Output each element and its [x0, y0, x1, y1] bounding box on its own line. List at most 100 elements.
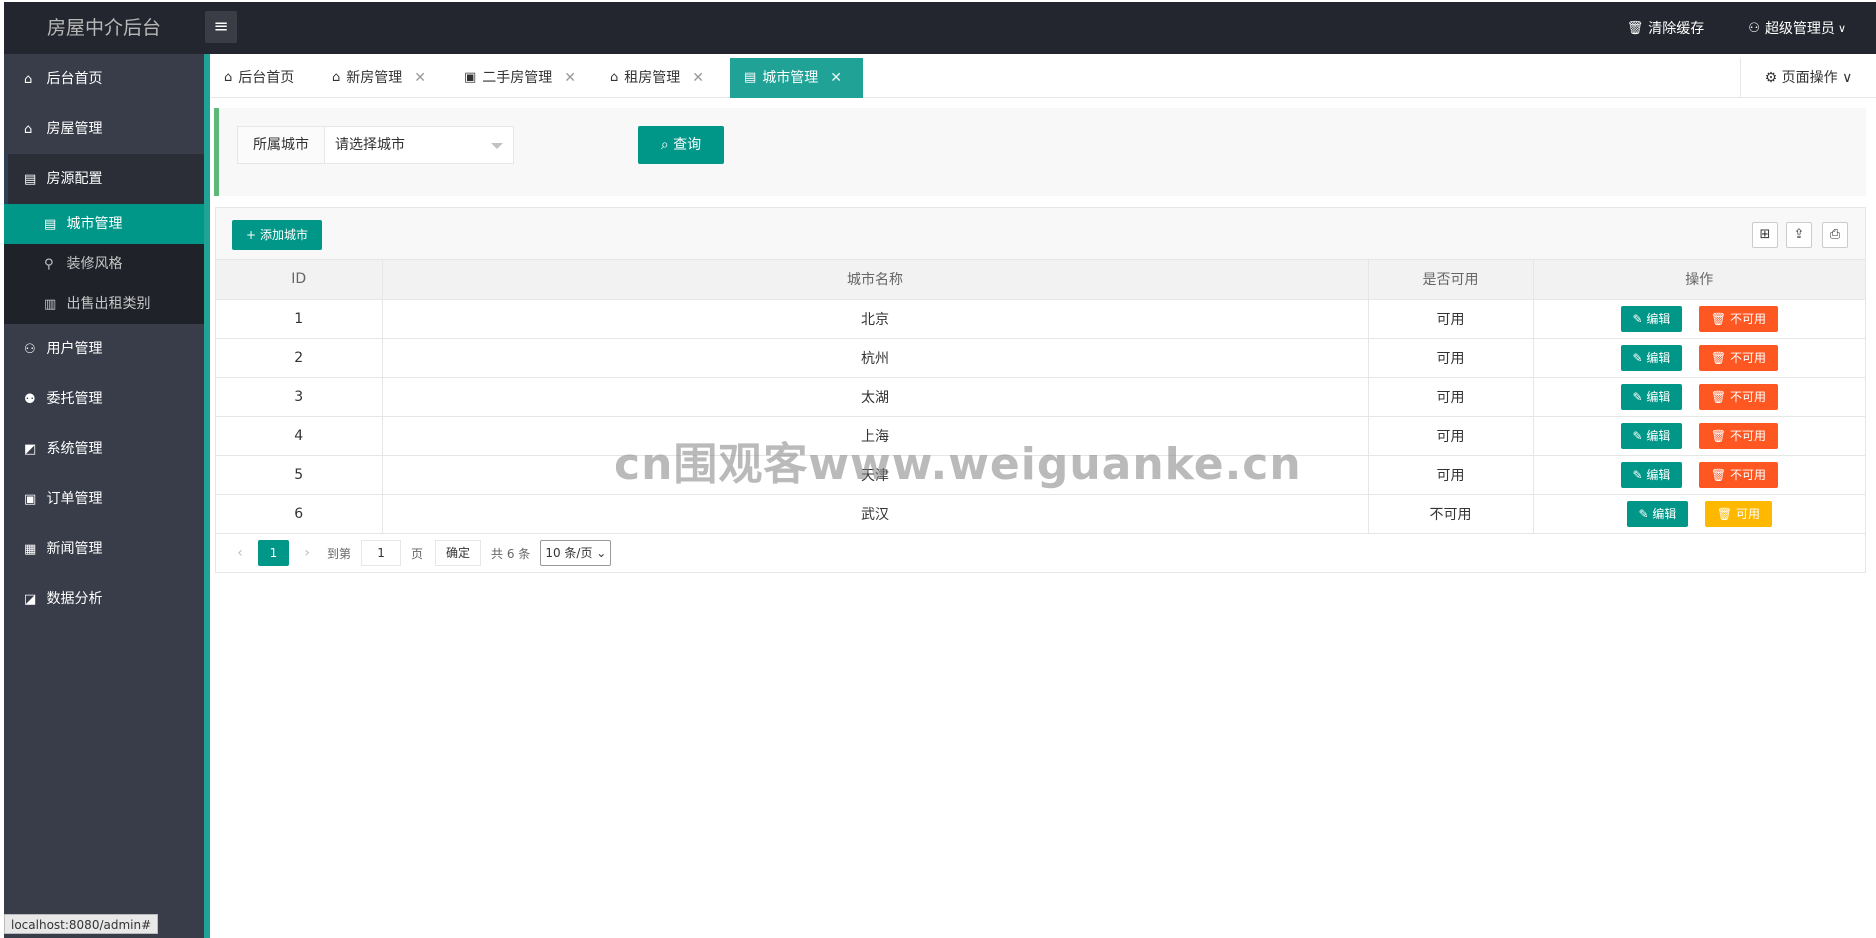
delegate-icon: ⚉: [24, 392, 36, 407]
edit-button[interactable]: ✎ 编辑: [1620, 305, 1683, 332]
home-icon: ⌂: [224, 70, 233, 85]
pencil-icon: ✎: [1632, 428, 1643, 443]
chevron-down-icon: ⌄: [596, 546, 607, 560]
watermark-text: cn围观客www.weiguanke.cn: [614, 439, 1302, 490]
page-label: 页: [411, 546, 424, 561]
tab-label: 后台首页: [238, 70, 295, 86]
tab-second-hand[interactable]: ▣ 二手房管理 ✕: [450, 58, 590, 98]
disable-button[interactable]: 🗑 不可用: [1698, 383, 1778, 410]
city-select-label: 所属城市: [237, 126, 325, 164]
cell-id: 4: [216, 416, 383, 456]
sidebar-item-orders[interactable]: ▣ 订单管理: [4, 474, 204, 524]
columns-icon[interactable]: ⊞: [1752, 222, 1778, 248]
sidebar-item-home[interactable]: ⌂ 后台首页: [4, 54, 204, 104]
chevron-down-icon: ∨: [1837, 21, 1846, 35]
export-icon[interactable]: ⇪: [1786, 222, 1812, 248]
sidebar-item-analytics[interactable]: ◪ 数据分析: [4, 574, 204, 624]
close-icon[interactable]: ✕: [692, 58, 704, 98]
tab-label: 租房管理: [624, 70, 681, 86]
disable-label: 不可用: [1729, 389, 1766, 404]
goto-page-input[interactable]: 1: [361, 540, 402, 566]
sidebar-item-label: 订单管理: [46, 491, 103, 507]
disable-label: 不可用: [1729, 428, 1766, 443]
table-panel: + 添加城市 ⊞ ⇪ ⎙ ID 城市名称 是否可用 操作 1 北京 可用 ✎ 编…: [215, 207, 1866, 573]
hamburger-icon[interactable]: ≡: [205, 11, 237, 43]
goto-confirm-button[interactable]: 确定: [435, 540, 482, 566]
sidebar: ⌂ 后台首页 ⌂ 房屋管理 ▤ 房源配置 ▤ 城市管理 ⚲ 装修风格 ▥ 出售出…: [4, 54, 210, 938]
disable-label: 不可用: [1729, 311, 1766, 326]
edit-button[interactable]: ✎ 编辑: [1620, 461, 1683, 488]
sidebar-subitem-city[interactable]: ▤ 城市管理: [4, 204, 204, 244]
disable-button[interactable]: 🗑 不可用: [1698, 461, 1778, 488]
news-icon: ▦: [24, 542, 37, 557]
disable-button[interactable]: 🗑 不可用: [1698, 422, 1778, 449]
admin-menu[interactable]: ⚇ 超级管理员 ∨: [1748, 18, 1846, 38]
disable-label: 不可用: [1729, 467, 1766, 482]
tab-new-house[interactable]: ⌂ 新房管理 ✕: [318, 58, 440, 98]
disable-button[interactable]: 🗑 不可用: [1698, 305, 1778, 332]
edit-button[interactable]: ✎ 编辑: [1620, 422, 1683, 449]
edit-button[interactable]: ✎ 编辑: [1620, 344, 1683, 371]
house-icon: ⌂: [24, 122, 33, 137]
sidebar-subitem-category[interactable]: ▥ 出售出租类别: [4, 284, 204, 324]
sidebar-item-label: 新闻管理: [46, 541, 103, 557]
prev-page-icon[interactable]: ‹: [228, 545, 252, 561]
tab-home[interactable]: ⌂ 后台首页: [210, 58, 308, 98]
clear-cache-button[interactable]: 🗑 清除缓存: [1627, 18, 1705, 38]
page-size-select[interactable]: 10 条/页 ⌄: [540, 540, 612, 566]
close-icon[interactable]: ✕: [830, 58, 842, 98]
pencil-icon: ✎: [1638, 506, 1649, 521]
cell-name: 太湖: [382, 377, 1369, 417]
query-button[interactable]: ⌕ 查询: [638, 126, 724, 164]
edit-label: 编辑: [1646, 350, 1671, 365]
app-root: 房屋中介后台 ≡ 🗑 清除缓存 ⚇ 超级管理员 ∨ ⌂ 后台首页 ⌂ 房屋管理 …: [0, 0, 1876, 938]
trash-icon: 🗑: [1710, 389, 1727, 404]
tab-label: 新房管理: [346, 70, 403, 86]
disable-button[interactable]: 🗑 不可用: [1698, 344, 1778, 371]
sidebar-submenu: ▤ 城市管理 ⚲ 装修风格 ▥ 出售出租类别: [4, 204, 204, 324]
col-header-name: 城市名称: [382, 260, 1369, 300]
sidebar-item-label: 后台首页: [46, 71, 103, 87]
sidebar-item-label: 系统管理: [46, 441, 103, 457]
chevron-down-icon: ∨: [1842, 70, 1853, 86]
tab-rental[interactable]: ⌂ 租房管理 ✕: [596, 58, 718, 98]
cell-id: 2: [216, 338, 383, 378]
edit-button[interactable]: ✎ 编辑: [1620, 383, 1683, 410]
enable-button[interactable]: 🗑 可用: [1704, 500, 1772, 527]
cell-status: 可用: [1368, 455, 1534, 495]
sidebar-item-house-config[interactable]: ▤ 房源配置: [4, 154, 204, 204]
city-select[interactable]: 请选择城市: [324, 126, 514, 164]
close-icon[interactable]: ✕: [414, 58, 426, 98]
next-page-icon[interactable]: ›: [295, 545, 319, 561]
search-panel: 所属城市 请选择城市 ⌕ 查询: [214, 108, 1866, 196]
page-number-current[interactable]: 1: [258, 540, 289, 566]
sidebar-item-users[interactable]: ⚇ 用户管理: [4, 324, 204, 374]
plus-icon: +: [246, 228, 257, 242]
col-header-actions: 操作: [1533, 260, 1865, 300]
brush-icon: ⚲: [44, 257, 54, 272]
sidebar-subitem-decoration[interactable]: ⚲ 装修风格: [4, 244, 204, 284]
caret-down-icon: [491, 143, 503, 149]
trash-icon: 🗑: [1710, 350, 1727, 365]
sidebar-item-delegate[interactable]: ⚉ 委托管理: [4, 374, 204, 424]
cell-name: 杭州: [382, 338, 1369, 378]
sidebar-item-system[interactable]: ◩ 系统管理: [4, 424, 204, 474]
add-city-button[interactable]: + 添加城市: [232, 220, 322, 250]
trash-icon: 🗑: [1710, 467, 1727, 482]
sidebar-item-house[interactable]: ⌂ 房屋管理: [4, 104, 204, 154]
cell-actions: ✎ 编辑 🗑 不可用: [1533, 377, 1865, 417]
edit-label: 编辑: [1646, 428, 1671, 443]
edit-button[interactable]: ✎ 编辑: [1626, 500, 1689, 527]
sidebar-item-news[interactable]: ▦ 新闻管理: [4, 524, 204, 574]
house-icon: ⌂: [610, 70, 619, 85]
tab-city[interactable]: ▤ 城市管理 ✕: [730, 58, 863, 98]
pagination: ‹ 1 › 到第 1 页 确定 共 6 条 10 条/页 ⌄: [216, 533, 1865, 573]
page-ops-dropdown[interactable]: ⚙ 页面操作 ∨: [1740, 58, 1876, 98]
print-icon[interactable]: ⎙: [1822, 222, 1848, 248]
user-icon: ⚇: [24, 342, 36, 357]
trash-icon: 🗑: [1710, 428, 1727, 443]
cell-actions: ✎ 编辑 🗑 可用: [1533, 494, 1865, 534]
close-icon[interactable]: ✕: [564, 58, 576, 98]
table-header-row: ID 城市名称 是否可用 操作: [216, 260, 1865, 300]
cell-id: 3: [216, 377, 383, 417]
